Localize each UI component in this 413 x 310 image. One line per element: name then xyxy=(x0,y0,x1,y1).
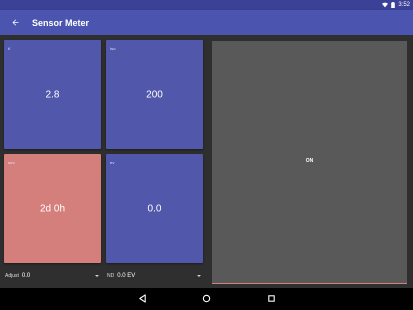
shutter-tile[interactable]: sec 2d 0h xyxy=(4,154,101,263)
arrow-back-icon xyxy=(11,14,20,32)
adjust-dropdown[interactable]: Adjust 0.0 xyxy=(5,271,100,281)
sensor-status-text: ON xyxy=(305,158,314,164)
nav-recents-button[interactable] xyxy=(264,292,278,306)
nd-dropdown[interactable]: ND 0.0 EV xyxy=(107,271,202,281)
dropdown-arrow-icon xyxy=(95,275,99,277)
iso-label: iso xyxy=(110,46,116,51)
wifi-icon xyxy=(382,2,389,8)
adjust-value: 0.0 xyxy=(21,273,31,279)
aperture-value: 2.8 xyxy=(45,89,60,100)
ev-label: ev xyxy=(110,160,115,165)
nav-back-button[interactable] xyxy=(135,292,149,306)
dropdown-arrow-icon xyxy=(197,275,201,277)
panel-accent-line xyxy=(212,283,407,284)
nav-back-icon xyxy=(138,290,147,308)
nav-home-icon xyxy=(202,290,211,308)
page-title: Sensor Meter xyxy=(32,17,90,28)
main-content: f/ 2.8 iso 200 sec 2d 0h ev 0.0 Adjust 0… xyxy=(0,35,413,288)
app-bar: Sensor Meter xyxy=(0,10,413,35)
sensor-panel[interactable]: ON xyxy=(212,41,407,284)
aperture-tile[interactable]: f/ 2.8 xyxy=(4,40,101,149)
adjust-label: Adjust xyxy=(5,273,19,279)
ev-tile[interactable]: ev 0.0 xyxy=(106,154,203,263)
nd-value: 0.0 EV xyxy=(117,273,136,279)
shutter-label: sec xyxy=(8,160,15,165)
status-bar: 3:52 xyxy=(0,0,413,10)
battery-icon xyxy=(391,2,396,8)
app-root: 3:52 Sensor Meter f/ 2.8 iso 200 sec 2d … xyxy=(0,0,413,310)
status-icons: 3:52 xyxy=(382,2,410,8)
aperture-label: f/ xyxy=(8,46,11,51)
nd-label: ND xyxy=(107,273,115,279)
navigation-bar xyxy=(0,288,413,310)
shutter-value: 2d 0h xyxy=(39,203,66,214)
back-button[interactable] xyxy=(0,10,30,35)
status-time: 3:52 xyxy=(398,2,410,8)
nav-home-button[interactable] xyxy=(199,292,213,306)
iso-tile[interactable]: iso 200 xyxy=(106,40,203,149)
nav-recents-icon xyxy=(267,290,276,308)
iso-value: 200 xyxy=(146,89,163,100)
ev-value: 0.0 xyxy=(147,203,162,214)
